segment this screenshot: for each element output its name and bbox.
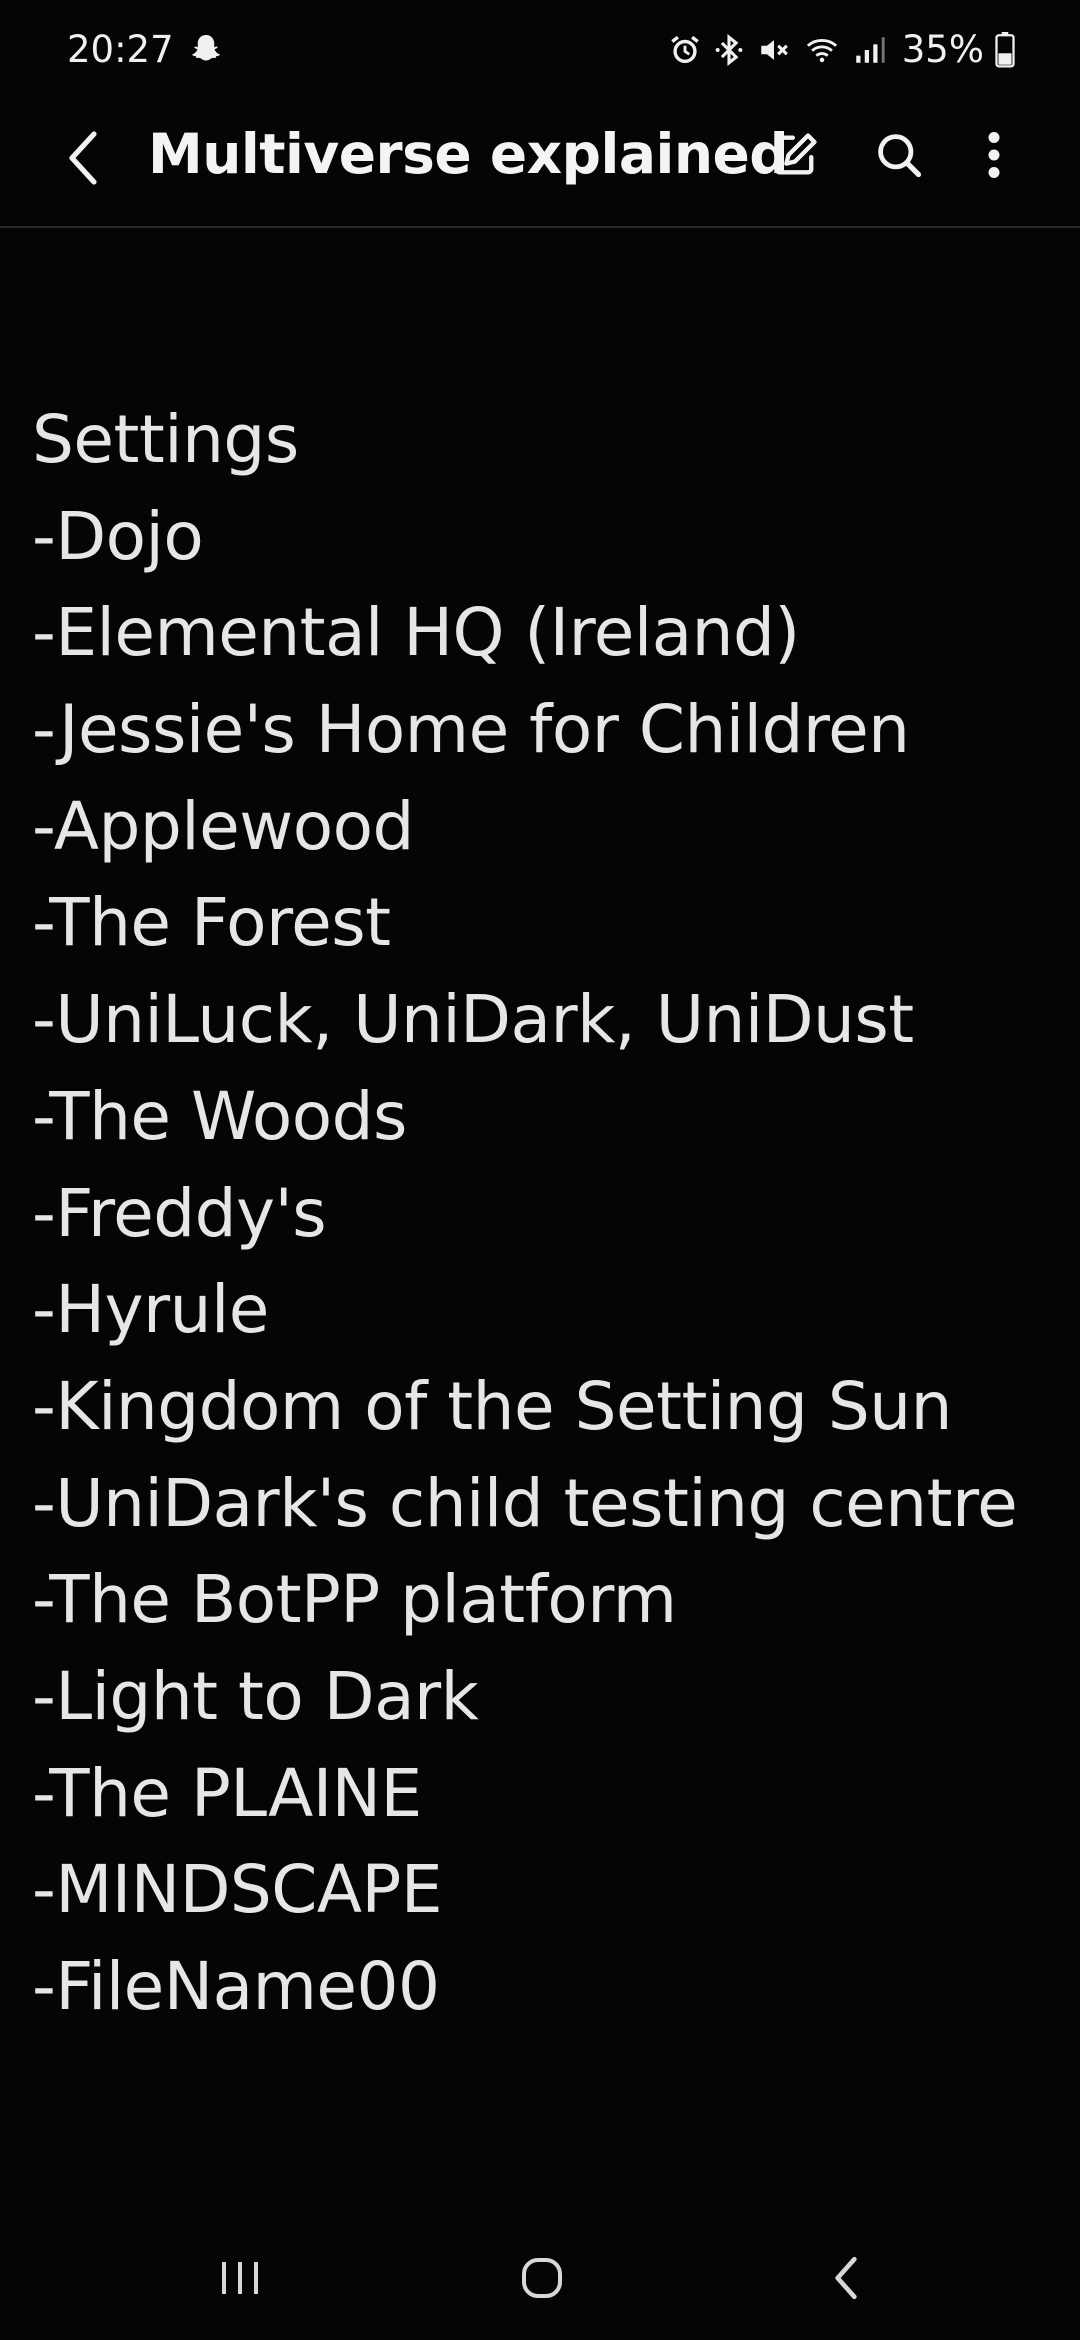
edit-icon (769, 129, 821, 186)
note-line: -Kingdom of the Setting Sun (32, 1367, 952, 1445)
search-icon (873, 129, 925, 186)
search-button[interactable] (864, 122, 934, 192)
signal-icon (852, 33, 886, 67)
note-line: -Applewood (32, 787, 414, 865)
battery-icon (994, 31, 1016, 68)
wifi-icon (802, 33, 842, 67)
app-bar: Multiverse explained (0, 104, 1080, 228)
status-right: 35% (668, 28, 1016, 71)
note-line: -Dojo (32, 497, 204, 575)
note-line: -Light to Dark (32, 1657, 479, 1735)
page-title: Multiverse explained (148, 122, 789, 186)
note-line: -Freddy's (32, 1174, 327, 1252)
alarm-icon (668, 33, 702, 67)
note-line: -The Forest (32, 884, 391, 962)
more-vert-icon (986, 130, 1002, 185)
note-line: -Jessie's Home for Children (32, 691, 910, 769)
note-line: -Elemental HQ (Ireland) (32, 594, 800, 672)
mute-icon (756, 33, 792, 67)
status-bar: 20:27 35% (0, 0, 1080, 104)
back-arrow-icon (64, 130, 104, 191)
bluetooth-icon (712, 33, 746, 67)
note-body[interactable]: Settings -Dojo -Elemental HQ (Ireland) -… (32, 392, 1052, 2036)
note-line: -MINDSCAPE (32, 1851, 443, 1929)
more-options-button[interactable] (962, 122, 1026, 192)
battery-percent: 35% (901, 28, 984, 71)
snapchat-ghost-icon (188, 32, 224, 68)
note-line: -FileName00 (32, 1948, 440, 2025)
home-button[interactable] (502, 2248, 582, 2312)
back-button[interactable] (50, 126, 118, 194)
home-icon (520, 2256, 564, 2305)
nav-back-button[interactable] (806, 2248, 886, 2312)
note-line: Settings (32, 401, 299, 478)
note-line: -The PLAINE (32, 1754, 422, 1832)
status-left: 20:27 (67, 28, 224, 71)
recent-apps-button[interactable] (200, 2248, 280, 2312)
back-icon (831, 2255, 861, 2306)
recent-apps-icon (218, 2258, 262, 2303)
status-time: 20:27 (67, 28, 174, 71)
note-line: -The BotPP platform (32, 1561, 677, 1639)
note-line: -UniDark's child testing centre (32, 1464, 1018, 1542)
edit-button[interactable] (760, 122, 830, 192)
note-line: -UniLuck, UniDark, UniDust (32, 981, 914, 1059)
note-line: -The Woods (32, 1077, 407, 1155)
navigation-bar (0, 2220, 1080, 2340)
note-line: -Hyrule (32, 1271, 269, 1349)
